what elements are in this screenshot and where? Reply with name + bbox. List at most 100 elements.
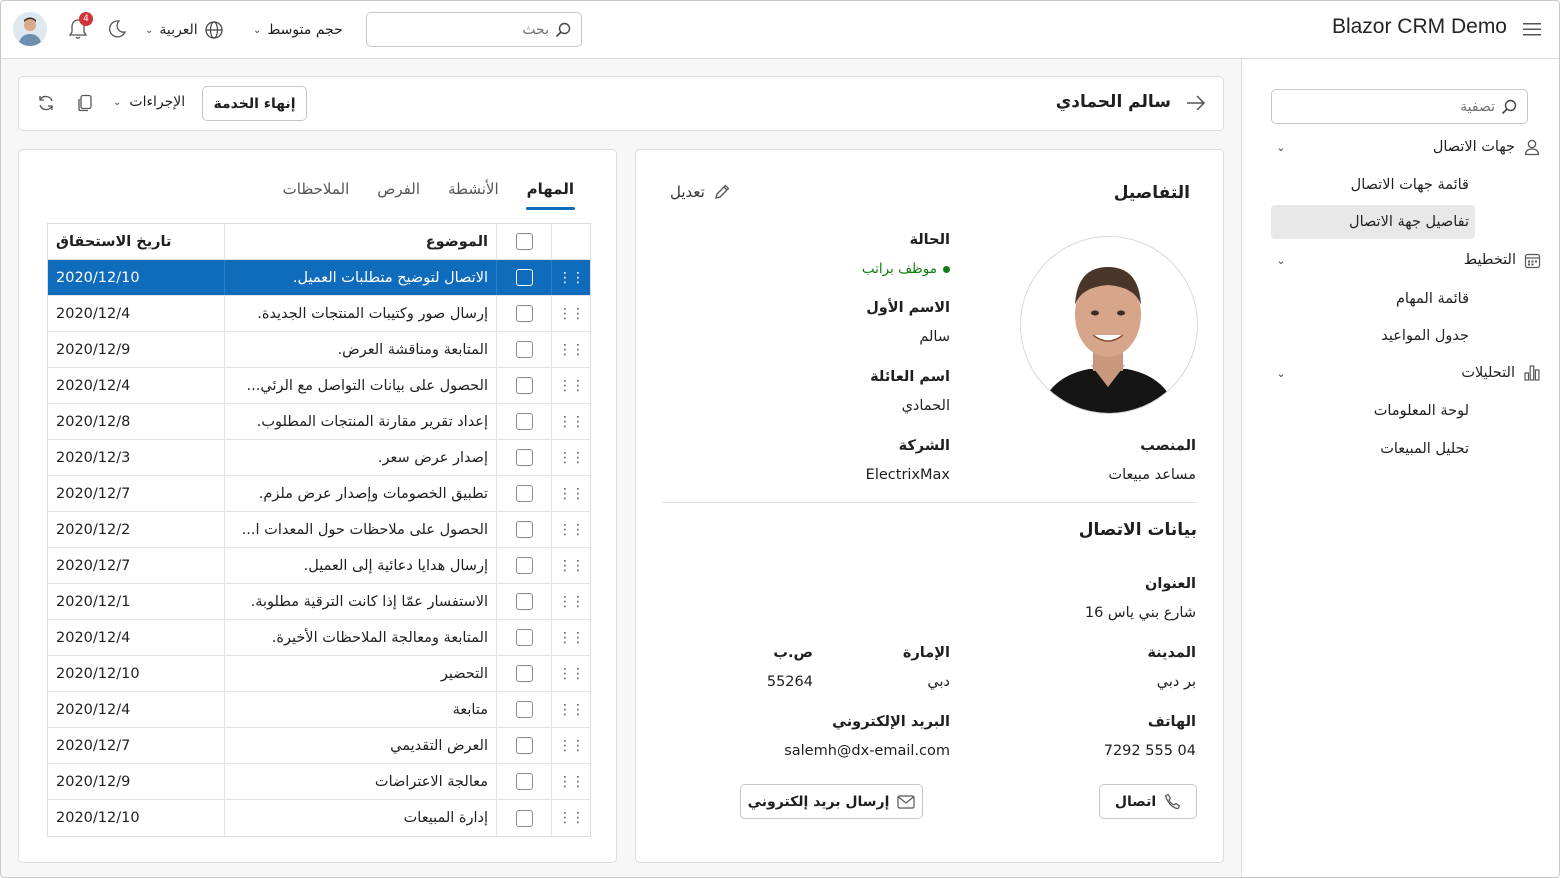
table-row[interactable]: ⋮⋮ إرسال صور وكتيبات المنتجات الجديدة. 202… — [48, 296, 590, 332]
row-checkbox[interactable] — [515, 809, 533, 827]
drag-handle-icon[interactable]: ⋮⋮ — [551, 548, 590, 583]
sidebar-item-contact-details[interactable]: تفاصيل جهة الاتصال — [1271, 205, 1475, 239]
row-checkbox[interactable] — [515, 557, 533, 574]
sidebar-item-dashboard[interactable]: لوحة المعلومات — [1368, 394, 1475, 428]
drag-handle-icon[interactable]: ⋮⋮ — [551, 512, 590, 547]
table-row[interactable]: ⋮⋮ الحصول على ملاحظات حول المعدات ا... 202… — [48, 512, 590, 548]
actions-dropdown[interactable]: الإجراءات ⌄ — [113, 94, 185, 110]
theme-moon-icon[interactable] — [107, 19, 127, 39]
table-row[interactable]: ⋮⋮ المتابعة ومناقشة العرض. 2020/12/9 — [48, 332, 590, 368]
drag-handle-icon[interactable]: ⋮⋮ — [551, 440, 590, 475]
row-checkbox[interactable] — [515, 377, 533, 394]
tab-activities[interactable]: الأنشطة — [448, 180, 499, 210]
tab-tasks[interactable]: المهام — [525, 180, 576, 210]
chevron-down-icon: ⌄ — [1276, 366, 1286, 380]
table-row[interactable]: ⋮⋮ الاستفسار عمّا إذا كانت الترقية مطلوبة… — [48, 584, 590, 620]
emirate-value: دبي — [927, 674, 950, 690]
task-subject-cell: متابعة — [224, 692, 496, 727]
arrow-back-icon[interactable] — [1185, 92, 1207, 114]
row-checkbox[interactable] — [515, 701, 533, 718]
row-checkbox[interactable] — [515, 773, 533, 790]
send-email-button[interactable]: إرسال بريد إلكتروني — [740, 784, 923, 819]
size-label: حجم متوسط — [267, 22, 343, 38]
table-row[interactable]: ⋮⋮ التحضير 2020/12/10 — [48, 656, 590, 692]
row-checkbox-cell — [496, 656, 551, 691]
call-button[interactable]: اتصال — [1099, 784, 1197, 819]
task-due-date-cell: 2020/12/2 — [56, 521, 131, 538]
row-checkbox[interactable] — [515, 521, 533, 538]
language-selector[interactable]: العربية ⌄ — [145, 17, 224, 43]
drag-handle-icon[interactable]: ⋮⋮ — [551, 404, 590, 439]
drag-handle-icon[interactable]: ⋮⋮ — [551, 764, 590, 799]
table-row[interactable]: ⋮⋮ إصدار عرض سعر. 2020/12/3 — [48, 440, 590, 476]
due-date-column-header[interactable]: تاريخ الاستحقاق — [48, 224, 224, 259]
drag-handle-icon[interactable]: ⋮⋮ — [551, 332, 590, 367]
avatar-image — [13, 12, 47, 46]
table-row[interactable]: ⋮⋮ تطبيق الخصومات وإصدار عرض ملزم. 2020/12… — [48, 476, 590, 512]
sidebar-item-contact-list[interactable]: قائمة جهات الاتصال — [1345, 168, 1475, 202]
table-row[interactable]: ⋮⋮ المتابعة ومعالجة الملاحظات الأخيرة. 202… — [48, 620, 590, 656]
drag-handle-icon[interactable]: ⋮⋮ — [551, 800, 590, 836]
status-badge: موظف براتب — [862, 261, 950, 277]
table-row[interactable]: ⋮⋮ متابعة 2020/12/4 — [48, 692, 590, 728]
user-avatar[interactable] — [13, 12, 47, 46]
sidebar-item-sales-analysis[interactable]: تحليل المبيعات — [1374, 432, 1475, 466]
end-service-button[interactable]: إنهاء الخدمة — [202, 86, 307, 121]
row-checkbox[interactable] — [515, 305, 533, 322]
row-checkbox[interactable] — [515, 485, 533, 502]
size-selector[interactable]: حجم متوسط ⌄ — [253, 17, 343, 43]
po-box-value: 55264 — [766, 674, 813, 690]
drag-handle-icon[interactable]: ⋮⋮ — [551, 584, 590, 619]
subject-column-header[interactable]: الموضوع — [224, 224, 496, 259]
edit-button[interactable]: تعديل — [670, 183, 731, 201]
task-subject-cell: العرض التقديمي — [224, 728, 496, 763]
row-checkbox[interactable] — [515, 269, 533, 286]
nav-group-planning[interactable]: التخطيط ⌄ — [1271, 245, 1541, 275]
table-row[interactable]: ⋮⋮ العرض التقديمي 2020/12/7 — [48, 728, 590, 764]
row-checkbox[interactable] — [515, 593, 533, 610]
row-checkbox-cell — [496, 332, 551, 367]
sidebar-item-scheduler[interactable]: جدول المواعيد — [1375, 319, 1475, 353]
row-checkbox-cell — [496, 404, 551, 439]
drag-handle-icon[interactable]: ⋮⋮ — [551, 692, 590, 727]
table-row[interactable]: ⋮⋮ الاتصال لتوضيح متطلبات العميل. 2020/12/… — [48, 260, 590, 296]
app-title: Blazor CRM Demo — [1331, 15, 1507, 38]
filter-input[interactable]: تصفية — [1271, 89, 1528, 124]
table-row[interactable]: ⋮⋮ إدارة المبيعات 2020/12/10 — [48, 800, 590, 836]
select-all-checkbox[interactable] — [515, 233, 533, 250]
row-checkbox[interactable] — [515, 413, 533, 430]
drag-handle-icon[interactable]: ⋮⋮ — [551, 368, 590, 403]
table-row[interactable]: ⋮⋮ إرسال هدايا دعائية إلى العميل. 2020/12/… — [48, 548, 590, 584]
task-subject-cell: إدارة المبيعات — [224, 800, 496, 836]
table-row[interactable]: ⋮⋮ الحصول على بيانات التواصل مع الرئي... 2… — [48, 368, 590, 404]
row-checkbox[interactable] — [515, 737, 533, 754]
tab-notes[interactable]: الملاحظات — [283, 180, 350, 210]
drag-handle-icon[interactable]: ⋮⋮ — [551, 260, 590, 295]
drag-handle-icon[interactable]: ⋮⋮ — [551, 476, 590, 511]
row-checkbox[interactable] — [515, 665, 533, 682]
search-input[interactable]: بحث — [366, 12, 582, 47]
row-checkbox[interactable] — [515, 449, 533, 466]
table-row[interactable]: ⋮⋮ إعداد تقرير مقارنة المنتجات المطلوب. 20… — [48, 404, 590, 440]
task-subject-cell: الحصول على بيانات التواصل مع الرئي... — [224, 368, 496, 403]
drag-handle-icon[interactable]: ⋮⋮ — [551, 728, 590, 763]
phone-label: الهاتف — [1147, 714, 1196, 730]
row-checkbox[interactable] — [515, 629, 533, 646]
nav-group-analytics[interactable]: التحليلات ⌄ — [1271, 358, 1541, 388]
drag-handle-icon[interactable]: ⋮⋮ — [551, 620, 590, 655]
tab-opportunities[interactable]: الفرص — [377, 180, 420, 210]
copy-icon[interactable] — [77, 94, 93, 112]
task-due-date-cell: 2020/12/10 — [56, 665, 140, 682]
row-checkbox-cell — [496, 368, 551, 403]
sidebar-item-task-list[interactable]: قائمة المهام — [1390, 282, 1475, 316]
drag-handle-icon[interactable]: ⋮⋮ — [551, 296, 590, 331]
nav-group-contacts[interactable]: جهات الاتصال ⌄ — [1271, 132, 1541, 162]
row-checkbox[interactable] — [515, 341, 533, 358]
refresh-icon[interactable] — [36, 93, 56, 113]
calendar-icon — [1524, 253, 1541, 268]
city-label: المدينة — [1147, 645, 1196, 661]
row-checkbox-cell — [496, 620, 551, 655]
hamburger-menu-icon[interactable] — [1521, 19, 1543, 39]
drag-handle-icon[interactable]: ⋮⋮ — [551, 656, 590, 691]
table-row[interactable]: ⋮⋮ معالجة الاعتراضات 2020/12/9 — [48, 764, 590, 800]
